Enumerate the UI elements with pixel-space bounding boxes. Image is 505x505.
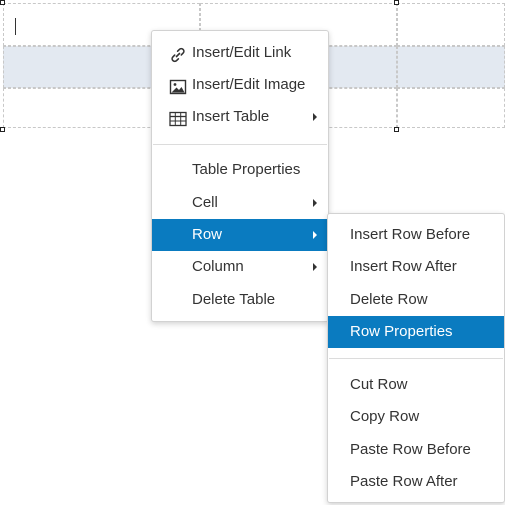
chevron-right-icon bbox=[313, 263, 317, 271]
resize-handle[interactable] bbox=[0, 0, 5, 5]
menu-item-label: Cell bbox=[192, 194, 218, 211]
menu-item-label: Cut Row bbox=[350, 376, 408, 393]
menu-item-label: Copy Row bbox=[350, 408, 420, 425]
menu-item-label: Delete Table bbox=[192, 291, 276, 308]
resize-handle[interactable] bbox=[394, 0, 399, 5]
menu-item-cut-row[interactable]: Cut Row bbox=[328, 369, 504, 401]
resize-handle[interactable] bbox=[0, 127, 5, 132]
menu-item-label: Row bbox=[192, 226, 223, 243]
menu-item-column[interactable]: Column bbox=[152, 251, 328, 283]
text-caret bbox=[15, 18, 16, 35]
link-icon bbox=[169, 44, 187, 63]
menu-item-label: Insert Table bbox=[192, 108, 270, 125]
menu-item-label: Row Properties bbox=[350, 323, 453, 340]
context-menu: Insert/Edit Link Insert/Edit Image Inser… bbox=[151, 30, 329, 322]
menu-item-label: Table Properties bbox=[192, 161, 301, 178]
menu-item-label: Insert Row Before bbox=[350, 226, 471, 243]
table-cell[interactable] bbox=[397, 88, 505, 128]
menu-separator bbox=[153, 144, 327, 145]
row-submenu: Insert Row Before Insert Row After Delet… bbox=[327, 213, 505, 503]
menu-item-row-properties[interactable]: Row Properties bbox=[328, 316, 504, 348]
chevron-right-icon bbox=[313, 199, 317, 207]
menu-item-insert-row-after[interactable]: Insert Row After bbox=[328, 251, 504, 283]
table-cell[interactable] bbox=[397, 3, 505, 46]
menu-item-paste-row-after[interactable]: Paste Row After bbox=[328, 466, 504, 498]
menu-separator bbox=[329, 358, 503, 359]
resize-handle[interactable] bbox=[394, 127, 399, 132]
menu-item-insert-edit-image[interactable]: Insert/Edit Image bbox=[152, 69, 328, 101]
menu-item-insert-table[interactable]: Insert Table bbox=[152, 101, 328, 133]
menu-item-cell[interactable]: Cell bbox=[152, 187, 328, 219]
menu-item-delete-row[interactable]: Delete Row bbox=[328, 284, 504, 316]
menu-item-row[interactable]: Row bbox=[152, 219, 328, 251]
table-cell-selected[interactable] bbox=[397, 46, 505, 88]
menu-item-label: Paste Row After bbox=[350, 473, 458, 490]
image-icon bbox=[169, 76, 187, 95]
menu-item-label: Insert Row After bbox=[350, 258, 457, 275]
menu-item-table-properties[interactable]: Table Properties bbox=[152, 154, 328, 186]
menu-item-label: Column bbox=[192, 258, 244, 275]
chevron-right-icon bbox=[313, 113, 317, 121]
menu-item-label: Paste Row Before bbox=[350, 441, 471, 458]
menu-item-delete-table[interactable]: Delete Table bbox=[152, 284, 328, 316]
menu-item-paste-row-before[interactable]: Paste Row Before bbox=[328, 434, 504, 466]
table-icon bbox=[169, 108, 187, 127]
menu-item-label: Insert/Edit Image bbox=[192, 76, 306, 93]
menu-item-copy-row[interactable]: Copy Row bbox=[328, 401, 504, 433]
menu-item-insert-edit-link[interactable]: Insert/Edit Link bbox=[152, 37, 328, 69]
menu-item-label: Delete Row bbox=[350, 291, 428, 308]
chevron-right-icon bbox=[313, 231, 317, 239]
menu-item-label: Insert/Edit Link bbox=[192, 44, 292, 61]
menu-item-insert-row-before[interactable]: Insert Row Before bbox=[328, 219, 504, 251]
